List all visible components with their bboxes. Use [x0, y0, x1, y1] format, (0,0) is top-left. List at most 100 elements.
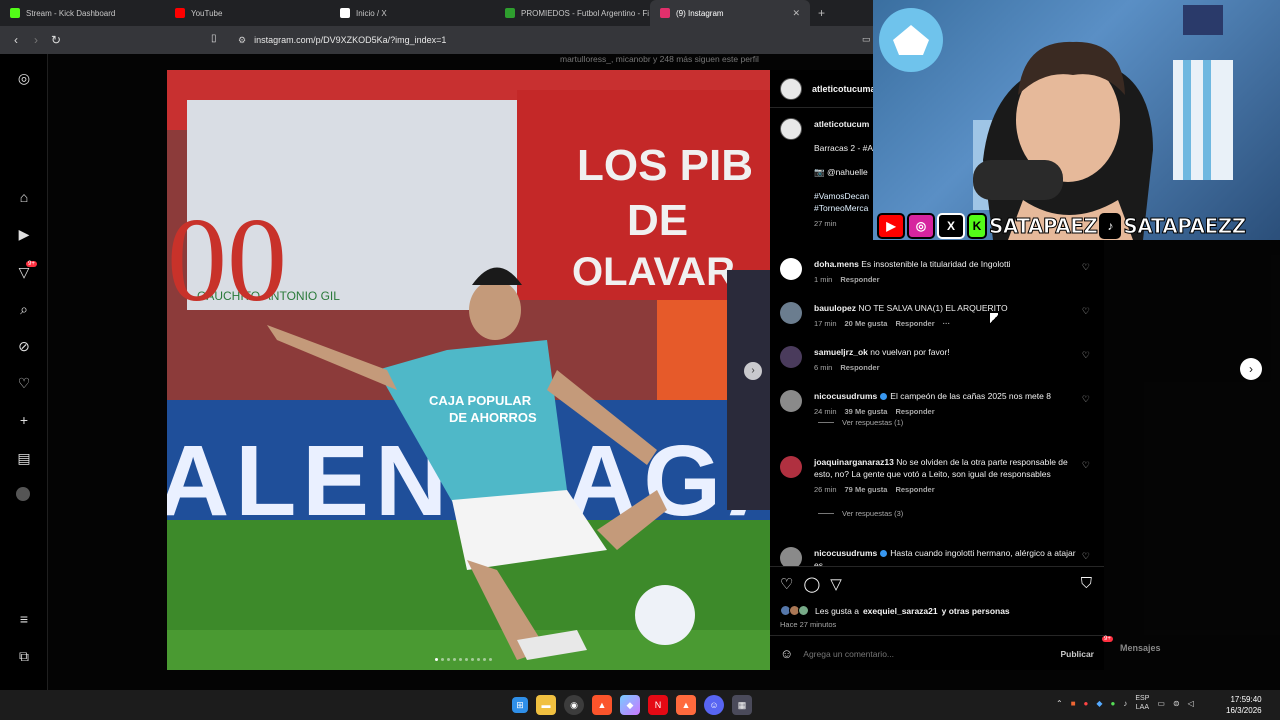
mic-icon[interactable]: ♪: [1123, 699, 1127, 708]
language-indicator[interactable]: ESP LAA: [1135, 694, 1149, 712]
tray-overflow-icon[interactable]: ⌃: [1056, 699, 1063, 708]
reply-button[interactable]: Responder: [895, 318, 934, 330]
comment-likes[interactable]: 79 Me gusta: [845, 484, 888, 496]
profile-avatar[interactable]: [16, 487, 30, 501]
like-icon[interactable]: ♡: [780, 575, 793, 593]
commenter-avatar[interactable]: [780, 346, 802, 368]
view-replies-button[interactable]: Ver respuestas (1): [818, 418, 903, 427]
comment-input[interactable]: [803, 648, 1051, 659]
new-tab-icon[interactable]: +: [810, 6, 833, 20]
commenter-avatar[interactable]: [780, 258, 802, 280]
comment-like-icon[interactable]: ♡: [1082, 306, 1090, 317]
url-field[interactable]: ⚙ instagram.com/p/DV9XZKOD5Ka/?img_index…: [230, 30, 880, 50]
verified-badge-icon: [880, 393, 888, 401]
reload-icon[interactable]: ↻: [46, 33, 66, 47]
tray-app-icon[interactable]: ◆: [1096, 699, 1102, 708]
likes-others-link[interactable]: y otras personas: [942, 606, 1010, 616]
instagram-icon: ◎: [907, 213, 935, 239]
instagram-logo-icon[interactable]: ◎: [16, 70, 32, 86]
messages-badge: 9+: [1102, 636, 1113, 642]
chrome-icon[interactable]: ◉: [564, 695, 584, 715]
more-options-icon[interactable]: ···: [943, 318, 951, 330]
commenter-avatar[interactable]: [780, 547, 802, 566]
commenter-username[interactable]: nicocusudrums: [814, 548, 877, 558]
comment-like-icon[interactable]: ♡: [1082, 551, 1090, 562]
comment-like-icon[interactable]: ♡: [1082, 350, 1090, 361]
apps-icon[interactable]: ⧉: [16, 648, 32, 664]
browser-tab[interactable]: Inicio / X: [330, 0, 495, 26]
create-icon[interactable]: +: [16, 412, 32, 428]
commenter-username[interactable]: joaquinarganaraz13: [814, 457, 894, 467]
publish-button[interactable]: Publicar: [1060, 649, 1094, 659]
commenter-username[interactable]: doha.mens: [814, 259, 859, 269]
comment-likes[interactable]: 39 Me gusta: [845, 406, 888, 418]
tab-title: PROMIEDOS - Futbol Argentino - Fi: [521, 8, 650, 18]
home-icon[interactable]: ⌂: [16, 189, 32, 205]
commenter-avatar[interactable]: [780, 456, 802, 478]
commenter-avatar[interactable]: [780, 302, 802, 324]
view-replies-button[interactable]: Ver respuestas (3): [818, 509, 903, 518]
stream-socials: ▶ ◎ X K SATAPAEZ ♪ SATAPAEZZ: [877, 212, 1247, 240]
browser-tab[interactable]: YouTube: [165, 0, 330, 26]
netflix-icon[interactable]: N: [648, 695, 668, 715]
browser-tab[interactable]: (9) Instagram ✕: [650, 0, 810, 26]
commenter-avatar[interactable]: [780, 390, 802, 412]
save-icon[interactable]: ⛉: [1081, 575, 1092, 592]
volume-icon[interactable]: ◁: [1188, 699, 1194, 708]
brave-beta-icon[interactable]: ▲: [676, 695, 696, 715]
discord-icon[interactable]: ☺: [704, 695, 724, 715]
comment-like-icon[interactable]: ♡: [1082, 394, 1090, 405]
commenter-username[interactable]: nicocusudrums: [814, 391, 877, 401]
caption-username[interactable]: atleticotucum: [814, 119, 869, 129]
author-avatar[interactable]: [780, 118, 802, 140]
comment-like-icon[interactable]: ♡: [1082, 262, 1090, 273]
clock[interactable]: 17:59:40 16/3/2026: [1226, 694, 1262, 716]
reels-icon[interactable]: ▶: [16, 226, 32, 242]
search-icon[interactable]: ⌕: [16, 301, 32, 317]
dashboard-icon[interactable]: ▤: [16, 450, 32, 466]
comment-like-icon[interactable]: ♡: [1082, 460, 1090, 471]
emoji-icon[interactable]: ☺: [780, 646, 793, 661]
site-info-icon[interactable]: ⚙: [238, 35, 246, 46]
reply-button[interactable]: Responder: [895, 484, 934, 496]
calculator-icon[interactable]: ▦: [732, 695, 752, 715]
heart-icon[interactable]: ♡: [16, 375, 32, 391]
comment-likes[interactable]: 20 Me gusta: [845, 318, 888, 330]
liker-username[interactable]: exequiel_saraza21: [863, 606, 938, 616]
explore-icon[interactable]: ⊘: [16, 338, 32, 354]
reply-button[interactable]: Responder: [895, 406, 934, 418]
back-icon[interactable]: ‹: [6, 33, 26, 47]
tab-favicon-icon: [660, 8, 670, 18]
split-view-icon[interactable]: ▭: [862, 34, 871, 45]
brave-icon[interactable]: ▲: [592, 695, 612, 715]
clock-date: 16/3/2026: [1226, 706, 1262, 715]
svg-text:DE: DE: [627, 196, 688, 245]
browser-tab[interactable]: PROMIEDOS - Futbol Argentino - Fi: [495, 0, 650, 26]
tray-app-icon[interactable]: ■: [1071, 699, 1076, 708]
post-time: Hace 27 minutos: [780, 620, 837, 629]
tray-app-icon[interactable]: ●: [1111, 699, 1116, 708]
reply-button[interactable]: Responder: [840, 274, 879, 286]
start-icon[interactable]: ⊞: [512, 697, 528, 713]
menu-icon[interactable]: ≡: [16, 611, 32, 627]
comment-icon[interactable]: ◯: [803, 575, 820, 593]
share-icon[interactable]: ▽: [830, 575, 842, 593]
reply-button[interactable]: Responder: [840, 362, 879, 374]
network-icon[interactable]: ⊜: [1173, 699, 1180, 708]
monitor-icon[interactable]: ▭: [1157, 699, 1165, 708]
file-explorer-icon[interactable]: ▬: [536, 695, 556, 715]
copilot-icon[interactable]: ◆: [620, 695, 640, 715]
author-username[interactable]: atleticotucuma: [812, 84, 876, 94]
commenter-username[interactable]: samueljrz_ok: [814, 347, 868, 357]
messages-button[interactable]: 9+ Mensajes: [1100, 636, 1240, 660]
kick-icon: K: [967, 213, 987, 239]
next-post-button[interactable]: ›: [1240, 358, 1262, 380]
browser-tab[interactable]: Stream - Kick Dashboard: [0, 0, 165, 26]
author-avatar[interactable]: [780, 77, 802, 100]
carousel-next-button[interactable]: ›: [744, 362, 762, 380]
bookmark-icon[interactable]: ▯: [211, 33, 217, 44]
forward-icon[interactable]: ›: [26, 33, 46, 47]
commenter-username[interactable]: bauulopez: [814, 303, 856, 313]
tray-app-icon[interactable]: ●: [1084, 699, 1089, 708]
close-tab-icon[interactable]: ✕: [792, 8, 800, 19]
